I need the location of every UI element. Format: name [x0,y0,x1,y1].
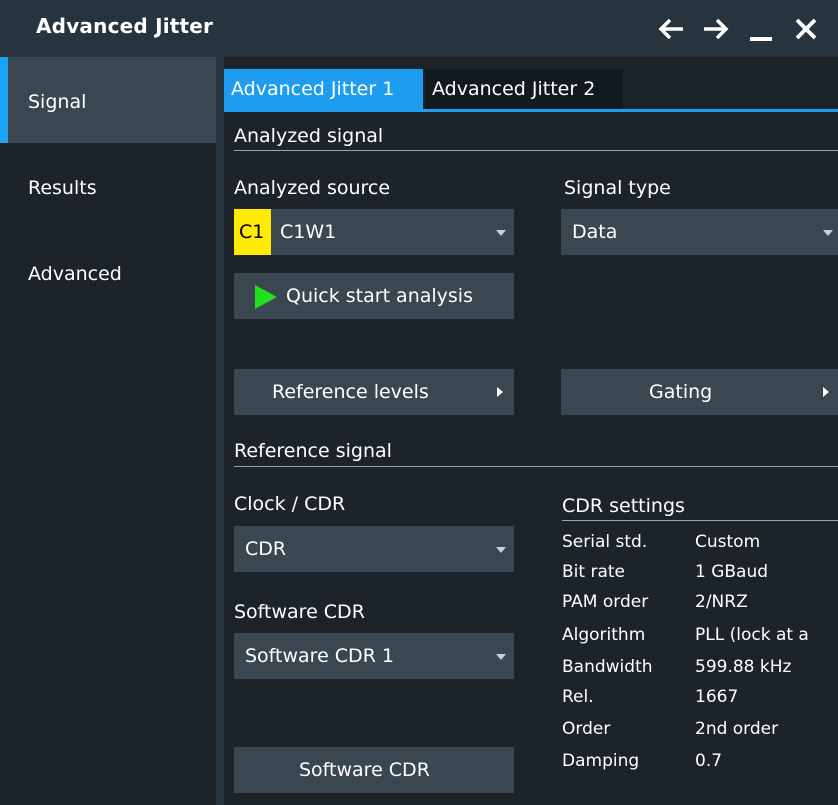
clock-cdr-dropdown[interactable]: CDR [234,526,514,572]
sidebar-divider [216,57,224,805]
chevron-down-icon [823,230,833,236]
signal-type-label: Signal type [564,177,671,199]
software-cdr-dropdown[interactable]: Software CDR 1 [234,633,514,679]
arrow-left-icon[interactable] [656,14,686,44]
play-icon [255,285,277,309]
section-divider [562,520,838,521]
clock-cdr-value: CDR [245,538,287,560]
gating-button[interactable]: Gating [561,369,838,415]
tab-advanced-jitter-2[interactable]: Advanced Jitter 2 [425,69,623,109]
cdr-setting-value: 1 GBaud [695,562,769,582]
cdr-setting-value: Custom [695,532,761,552]
analyzed-source-dropdown[interactable]: C1 C1W1 [234,209,514,255]
reference-signal-heading: Reference signal [234,440,392,462]
software-cdr-button-label: Software CDR [299,759,430,781]
analyzed-source-label: Analyzed source [234,177,391,199]
sidebar-item-label: Signal [28,91,87,113]
gating-label: Gating [649,381,713,403]
sidebar-item-results[interactable]: Results [0,143,216,229]
cdr-setting-key: Algorithm [562,625,646,645]
channel-badge: C1 [234,209,271,255]
chevron-down-icon [496,547,506,553]
sidebar-item-label: Advanced [28,263,122,285]
sidebar: Signal Results Advanced [0,57,216,805]
analyzed-signal-heading: Analyzed signal [234,125,384,147]
reference-levels-label: Reference levels [272,381,429,403]
chevron-right-icon [823,387,829,397]
chevron-down-icon [496,230,506,236]
clock-cdr-label: Clock / CDR [234,493,346,515]
cdr-setting-key: Order [562,719,611,739]
tab-advanced-jitter-1[interactable]: Advanced Jitter 1 [224,69,423,109]
cdr-setting-value: 0.7 [695,751,723,771]
cdr-setting-value: PLL (lock at a [695,625,809,645]
cdr-setting-value: 2nd order [695,719,779,739]
close-icon[interactable] [793,14,819,44]
quick-start-analysis-button[interactable]: Quick start analysis [234,273,514,319]
software-cdr-value: Software CDR 1 [245,645,395,667]
arrow-right-icon[interactable] [701,14,731,44]
chevron-right-icon [497,387,503,397]
software-cdr-label: Software CDR [234,601,365,623]
window-title: Advanced Jitter [36,14,214,38]
tab-underline [224,109,838,112]
reference-levels-button[interactable]: Reference levels [234,369,514,415]
signal-type-dropdown[interactable]: Data [561,209,838,255]
quick-start-label: Quick start analysis [286,285,473,307]
sidebar-item-label: Results [28,177,97,199]
software-cdr-button[interactable]: Software CDR [234,747,514,793]
cdr-setting-key: Damping [562,751,640,771]
analyzed-source-value: C1W1 [280,221,337,243]
section-divider [234,150,838,151]
sidebar-item-signal[interactable]: Signal [0,57,216,143]
sidebar-item-advanced[interactable]: Advanced [0,229,216,315]
cdr-setting-value: 2/NRZ [695,592,748,612]
main-panel: Advanced Jitter 1 Advanced Jitter 2 Anal… [224,57,838,805]
title-bar: Advanced Jitter [0,0,838,57]
minimize-icon[interactable] [748,14,774,44]
section-divider [234,466,838,467]
chevron-down-icon [496,654,506,660]
cdr-setting-key: Bandwidth [562,657,653,677]
cdr-setting-key: Rel. [562,687,594,707]
cdr-setting-value: 599.88 kHz [695,657,792,677]
cdr-setting-key: Bit rate [562,562,625,582]
cdr-setting-key: PAM order [562,592,649,612]
cdr-setting-key: Serial std. [562,532,648,552]
active-indicator [0,57,8,143]
cdr-settings-heading: CDR settings [562,495,685,517]
signal-type-value: Data [572,221,618,243]
cdr-setting-value: 1667 [695,687,739,707]
